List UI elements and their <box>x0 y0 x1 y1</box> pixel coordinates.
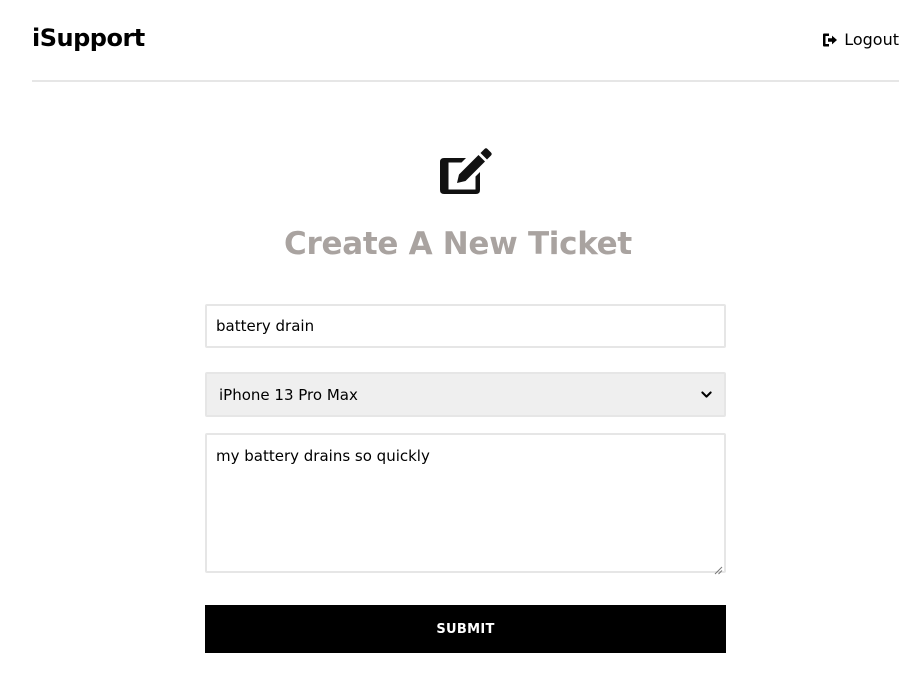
product-select[interactable]: iPhone 13 Pro Max <box>205 372 726 417</box>
brand-logo[interactable]: iSupport <box>32 24 145 52</box>
resize-grip-icon[interactable] <box>713 560 723 575</box>
logout-label: Logout <box>844 30 899 49</box>
page-title: Create A New Ticket <box>284 226 632 262</box>
product-selected-value: iPhone 13 Pro Max <box>219 385 358 404</box>
issue-title-input[interactable] <box>205 304 726 348</box>
submit-button[interactable]: SUBMIT <box>205 605 726 653</box>
edit-icon <box>440 148 492 194</box>
logout-button[interactable]: Logout <box>822 30 899 49</box>
description-textarea[interactable]: my battery drains so quickly <box>205 433 726 573</box>
app-header: iSupport Logout <box>32 0 899 82</box>
chevron-down-icon <box>701 389 712 400</box>
sign-out-icon <box>822 32 838 48</box>
